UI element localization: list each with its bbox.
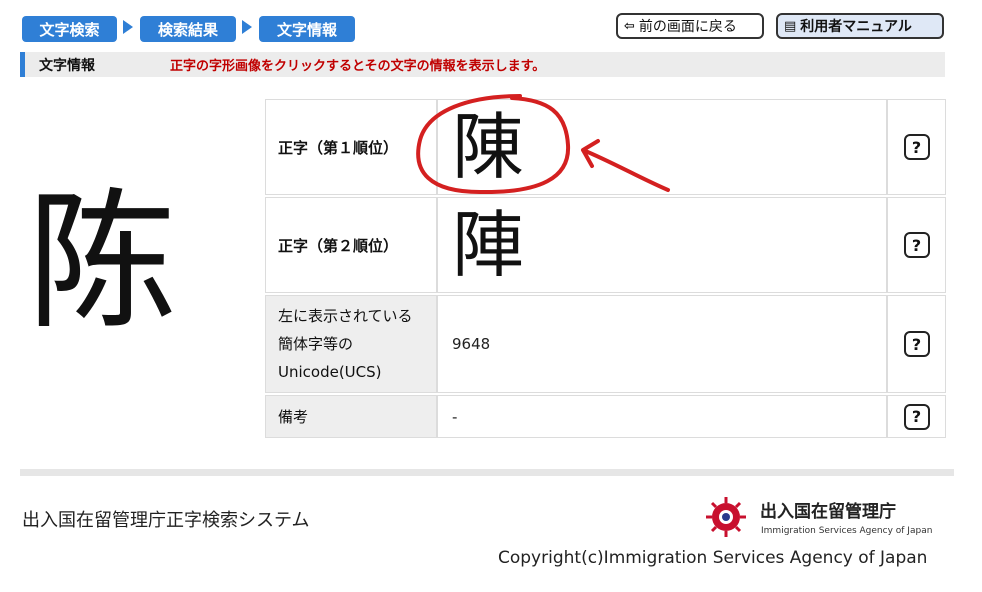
- unicode-value: 9648: [437, 295, 887, 393]
- glyph-image[interactable]: 陣: [452, 200, 524, 290]
- breadcrumb-search[interactable]: 文字検索: [22, 16, 117, 42]
- agency-emblem-icon: [706, 497, 746, 537]
- help-icon[interactable]: ?: [903, 403, 930, 430]
- arrow-left-icon: ⇦: [624, 18, 635, 34]
- row-label: 左に表示されている簡体字等のUnicode(UCS): [265, 295, 437, 393]
- glyph-image[interactable]: 陳: [452, 102, 524, 192]
- back-button-label: 前の画面に戻る: [638, 19, 737, 35]
- help-cell: ?: [887, 295, 946, 393]
- table-row: 正字（第２順位） 陣 ?: [265, 197, 946, 293]
- help-icon[interactable]: ?: [903, 331, 930, 357]
- manual-book-icon: ▤: [784, 18, 797, 34]
- standard-char-1[interactable]: 陳: [437, 99, 887, 195]
- table-row: 正字（第１順位） 陳 ?: [265, 99, 946, 195]
- manual-button-label: 利用者マニュアル: [800, 19, 912, 35]
- remarks-value: -: [437, 395, 887, 438]
- section-title: 文字情報: [39, 57, 95, 74]
- footer-divider: [20, 469, 954, 476]
- help-icon[interactable]: ?: [903, 134, 930, 160]
- breadcrumb-arrow-icon: [242, 20, 252, 34]
- section-header: 文字情報 正字の字形画像をクリックするとその文字の情報を表示します。: [20, 52, 945, 77]
- back-button[interactable]: ⇦ 前の画面に戻る: [616, 13, 764, 39]
- copyright: Copyright(c)Immigration Services Agency …: [498, 548, 928, 568]
- simplified-character: 陈: [26, 176, 177, 350]
- row-label: 備考: [265, 395, 437, 438]
- manual-button[interactable]: ▤ 利用者マニュアル: [776, 13, 944, 39]
- breadcrumb-results[interactable]: 検索結果: [140, 16, 236, 42]
- breadcrumb-arrow-icon: [123, 20, 133, 34]
- system-name: 出入国在留管理庁正字検索システム: [22, 510, 310, 531]
- row-label: 正字（第１順位）: [265, 99, 437, 195]
- help-cell: ?: [887, 99, 946, 195]
- table-row: 備考 - ?: [265, 395, 946, 438]
- help-cell: ?: [887, 395, 946, 438]
- section-message: 正字の字形画像をクリックするとその文字の情報を表示します。: [170, 59, 546, 74]
- help-icon[interactable]: ?: [903, 232, 930, 258]
- table-row: 左に表示されている簡体字等のUnicode(UCS) 9648 ?: [265, 295, 946, 393]
- breadcrumb-char-info: 文字情報: [259, 16, 355, 42]
- agency-name-en: Immigration Services Agency of Japan: [761, 526, 933, 536]
- agency-name-jp: 出入国在留管理庁: [760, 502, 896, 522]
- standard-char-2[interactable]: 陣: [437, 197, 887, 293]
- help-cell: ?: [887, 197, 946, 293]
- row-label: 正字（第２順位）: [265, 197, 437, 293]
